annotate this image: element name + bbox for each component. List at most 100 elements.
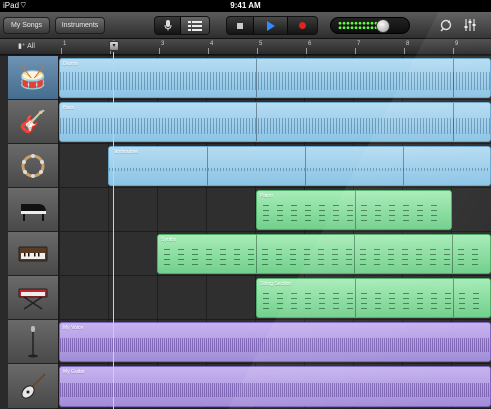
- record-icon: [298, 22, 306, 29]
- track-header-edge: [0, 56, 8, 409]
- microphone-stand-icon: [28, 325, 38, 357]
- region-tambourine[interactable]: Tambourine: [108, 146, 491, 186]
- bar-number: 9: [452, 41, 459, 54]
- waveform: [60, 118, 490, 134]
- region-loop-seam: [453, 59, 454, 97]
- track-lane[interactable]: Synths: [59, 232, 491, 276]
- region-bass[interactable]: Bass: [59, 102, 491, 142]
- electric-guitar-icon: [21, 373, 46, 399]
- bar-number: 6: [305, 41, 312, 54]
- grand-piano-icon: [21, 203, 46, 221]
- bar-number: 3: [158, 41, 165, 54]
- region-loop-seam: [452, 235, 453, 273]
- track-header-strings[interactable]: [8, 276, 58, 320]
- my-songs-button[interactable]: My Songs: [3, 17, 50, 34]
- master-volume[interactable]: [330, 17, 410, 34]
- region-loop-seam: [354, 235, 355, 273]
- bar-number: 7: [354, 41, 361, 54]
- plus-icon: ▮⁺: [18, 43, 26, 50]
- toolbar: My Songs Instruments: [0, 12, 491, 39]
- bass-guitar-icon: 🎸: [19, 108, 47, 134]
- stop-button[interactable]: [227, 17, 255, 34]
- transport-controls: [226, 16, 318, 35]
- region-string-section[interactable]: String Section: [256, 278, 491, 318]
- track-list-icon: [188, 20, 203, 31]
- bar-number: 5: [256, 41, 263, 54]
- track-header-bass[interactable]: 🎸: [8, 100, 58, 144]
- play-icon: [266, 20, 275, 31]
- loop-button[interactable]: [438, 18, 454, 34]
- tracks-area: 🥁 Drums 🎸 Bass Tambourine Piano Synths S…: [0, 56, 491, 409]
- all-label: All: [27, 43, 35, 50]
- region-label: Synths: [161, 237, 177, 243]
- track-lane[interactable]: Tambourine: [59, 144, 491, 188]
- bar-number: 8: [403, 41, 410, 54]
- waveform: [60, 382, 490, 397]
- waveform: [109, 168, 490, 171]
- play-button[interactable]: [254, 17, 288, 34]
- view-switcher: [154, 16, 210, 35]
- region-label: My Guitar: [63, 369, 85, 375]
- track-lane[interactable]: Drums: [59, 56, 491, 100]
- synth-keyboard-icon: [18, 246, 48, 261]
- status-bar: iPad ⌔ 9:41 AM: [0, 0, 491, 12]
- region-my-voice[interactable]: My Voice: [59, 322, 491, 362]
- microphone-icon: [164, 20, 172, 31]
- region-loop-seam: [256, 235, 257, 273]
- playhead-handle[interactable]: ▾: [109, 41, 119, 51]
- region-loop-seam: [207, 147, 208, 185]
- region-my-guitar[interactable]: My Guitar: [59, 366, 491, 407]
- region-piano[interactable]: Piano: [256, 190, 452, 230]
- loop-icon: [440, 19, 452, 32]
- region-label: Drums: [63, 61, 78, 67]
- instrument-view-button[interactable]: [155, 17, 182, 34]
- tracks-view-button[interactable]: [181, 17, 209, 34]
- region-label: My Voice: [63, 325, 84, 331]
- record-button[interactable]: [288, 17, 317, 34]
- region-label: String Section: [260, 281, 292, 287]
- region-loop-seam: [355, 279, 356, 317]
- track-header-voice[interactable]: [8, 320, 58, 364]
- track-header-guitar[interactable]: [8, 364, 58, 409]
- region-loop-seam: [453, 279, 454, 317]
- region-synths[interactable]: Synths: [157, 234, 491, 274]
- clock: 9:41 AM: [230, 1, 261, 10]
- region-loop-seam: [256, 59, 257, 97]
- instruments-button[interactable]: Instruments: [55, 17, 105, 34]
- track-lane[interactable]: My Guitar: [59, 364, 491, 409]
- track-lane[interactable]: Bass: [59, 100, 491, 144]
- track-header-synth[interactable]: [8, 232, 58, 276]
- add-track-button[interactable]: ▮⁺ All: [18, 42, 35, 50]
- track-header-piano[interactable]: [8, 188, 58, 232]
- drum-kit-icon: 🥁: [19, 64, 47, 90]
- region-loop-seam: [305, 147, 306, 185]
- region-label: Piano: [260, 193, 273, 199]
- track-header-drums[interactable]: 🥁: [8, 56, 58, 100]
- keyboard-stand-icon: [18, 288, 48, 310]
- region-label: Bass: [63, 105, 75, 111]
- settings-button[interactable]: [462, 18, 478, 34]
- bar-number: 1: [60, 41, 67, 54]
- region-loop-seam: [453, 103, 454, 141]
- level-meter: [338, 21, 378, 30]
- region-loop-seam: [403, 147, 404, 185]
- stop-icon: [237, 22, 244, 29]
- track-lane[interactable]: String Section: [59, 276, 491, 320]
- timeline-ruler[interactable]: ▮⁺ All 1 2 3 4 5 6 7 8 9: [0, 39, 491, 55]
- tambourine-icon: [21, 153, 45, 178]
- region-loop-seam: [355, 191, 356, 229]
- track-lane[interactable]: My Voice: [59, 320, 491, 364]
- track-lane[interactable]: Piano: [59, 188, 491, 232]
- settings-sliders-icon: [464, 19, 476, 31]
- waveform: [60, 338, 490, 352]
- waveform: [60, 72, 490, 90]
- midi-notes: [164, 249, 484, 265]
- midi-notes: [263, 293, 484, 309]
- region-label: Tambourine: [112, 149, 139, 155]
- track-header-tambourine[interactable]: [8, 144, 58, 188]
- volume-slider-knob[interactable]: [376, 19, 390, 33]
- region-drums[interactable]: Drums: [59, 58, 491, 98]
- region-loop-seam: [256, 103, 257, 141]
- bar-number: 4: [207, 41, 214, 54]
- midi-notes: [263, 205, 445, 221]
